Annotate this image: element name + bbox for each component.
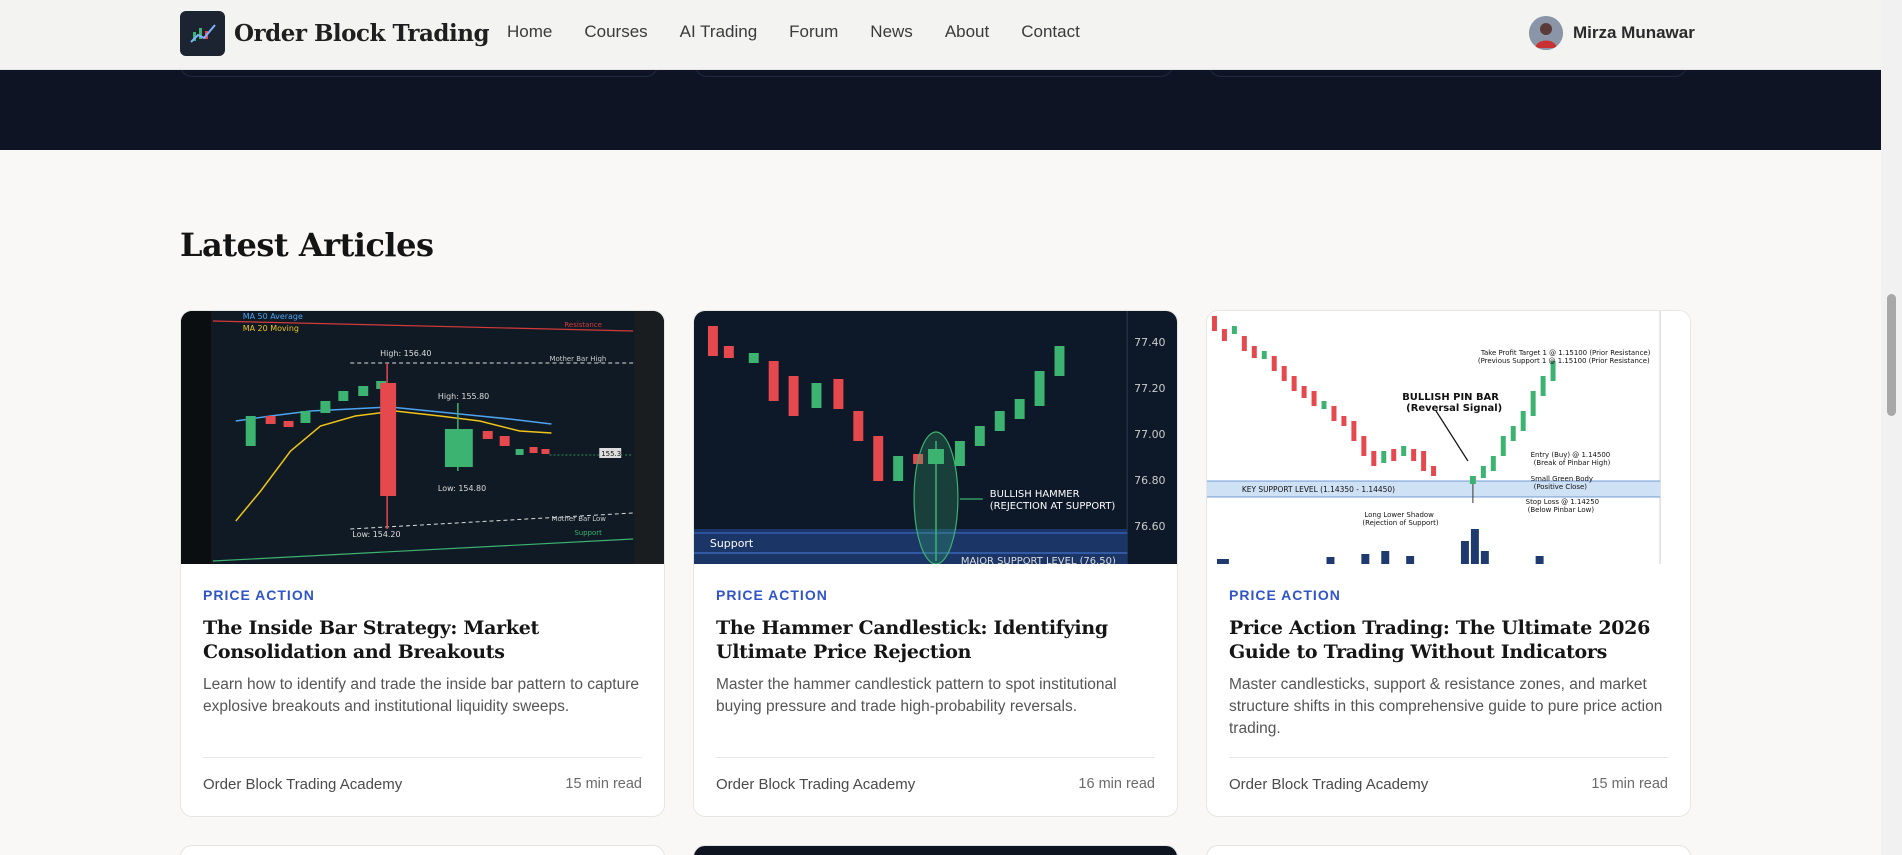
- axis-tick: 76.60: [1134, 520, 1165, 533]
- card-divider: [716, 757, 1155, 758]
- brand-logo-icon: [180, 11, 225, 56]
- nav-about[interactable]: About: [945, 22, 989, 42]
- nav-news[interactable]: News: [870, 22, 913, 42]
- shadow-sub: (Rejection of Support): [1362, 519, 1438, 527]
- nav-courses[interactable]: Courses: [584, 22, 647, 42]
- article-card-next-row[interactable]: [180, 845, 665, 855]
- major-support-label: MAJOR SUPPORT LEVEL (76.50): [961, 556, 1116, 564]
- article-title[interactable]: The Inside Bar Strategy: Market Consolid…: [203, 616, 643, 664]
- nav-ai-trading[interactable]: AI Trading: [680, 22, 758, 42]
- article-card[interactable]: BULLISH HAMMER (REJECTION AT SUPPORT) 77…: [693, 310, 1178, 817]
- article-category[interactable]: PRICE ACTION: [203, 587, 315, 603]
- page-scrollbar[interactable]: [1881, 0, 1902, 855]
- nav-forum[interactable]: Forum: [789, 22, 838, 42]
- article-thumbnail-price-action: BULLISH PIN BAR (Reversal Signal) Take P…: [1207, 311, 1690, 564]
- article-read-time: 15 min read: [1591, 776, 1668, 792]
- label-low-1: Low: 154.80: [438, 484, 486, 493]
- label-support: Support: [574, 529, 602, 537]
- main-nav: Home Courses AI Trading Forum News About…: [507, 22, 1112, 42]
- brand[interactable]: Order Block Trading: [180, 11, 490, 56]
- article-thumbnail-inside-bar: MA 50 Average MA 20 Moving Resistance Hi…: [181, 311, 664, 564]
- body-sub: (Positive Close): [1534, 483, 1588, 491]
- label-mother-high: Mother Bar High: [549, 355, 606, 363]
- article-excerpt: Master the hammer candlestick pattern to…: [716, 676, 1117, 715]
- label-high-2: High: 155.80: [438, 392, 489, 401]
- stop-sub: (Below Pinbar Low): [1528, 506, 1595, 514]
- user-name: Mirza Munawar: [1573, 23, 1695, 42]
- hammer-callout-2: (REJECTION AT SUPPORT): [990, 501, 1116, 512]
- label-ma50: MA 50 Average: [243, 312, 303, 321]
- article-card[interactable]: BULLISH PIN BAR (Reversal Signal) Take P…: [1206, 310, 1691, 817]
- label-low-2: Low: 154.20: [352, 530, 400, 539]
- axis-tick: 77.20: [1134, 382, 1165, 395]
- label-high-1: High: 156.40: [380, 349, 431, 358]
- label-ma20: MA 20 Moving: [243, 324, 299, 333]
- article-title[interactable]: The Hammer Candlestick: Identifying Ulti…: [716, 616, 1156, 664]
- card-divider: [203, 757, 642, 758]
- hammer-callout-1: BULLISH HAMMER: [990, 489, 1080, 500]
- section-title: Latest Articles: [180, 226, 434, 264]
- article-read-time: 16 min read: [1078, 776, 1155, 792]
- article-author: Order Block Trading Academy: [203, 776, 403, 793]
- article-author: Order Block Trading Academy: [1229, 776, 1429, 793]
- article-title[interactable]: Price Action Trading: The Ultimate 2026 …: [1229, 616, 1669, 664]
- article-card-next-row[interactable]: [1206, 845, 1691, 855]
- scrollbar-thumb[interactable]: [1887, 294, 1896, 416]
- nav-home[interactable]: Home: [507, 22, 552, 42]
- stop-label: Stop Loss @ 1.14250: [1526, 498, 1599, 506]
- axis-tick: 77.40: [1134, 336, 1165, 349]
- label-mother-low: Mother Bar Low: [551, 515, 606, 523]
- body-label: Small Green Body: [1531, 475, 1593, 483]
- article-excerpt: Master candlesticks, support & resistanc…: [1229, 676, 1663, 737]
- article-excerpt: Learn how to identify and trade the insi…: [203, 676, 640, 715]
- key-support-label: KEY SUPPORT LEVEL (1.14350 - 1.14450): [1242, 485, 1395, 494]
- nav-contact[interactable]: Contact: [1021, 22, 1080, 42]
- entry-label: Entry (Buy) @ 1.14500: [1531, 451, 1611, 459]
- article-category[interactable]: PRICE ACTION: [716, 587, 828, 603]
- shadow-label: Long Lower Shadow: [1364, 511, 1434, 519]
- avatar: [1529, 16, 1563, 50]
- pin-bar-sub: (Reversal Signal): [1406, 403, 1502, 414]
- axis-tick: 76.80: [1134, 474, 1165, 487]
- article-card-next-row[interactable]: [693, 845, 1178, 855]
- support-label: Support: [710, 537, 754, 550]
- article-category[interactable]: PRICE ACTION: [1229, 587, 1341, 603]
- article-thumbnail-hammer: BULLISH HAMMER (REJECTION AT SUPPORT) 77…: [694, 311, 1177, 564]
- article-read-time: 15 min read: [565, 776, 642, 792]
- label-resistance: Resistance: [564, 321, 601, 329]
- pin-bar-label: BULLISH PIN BAR: [1402, 392, 1499, 403]
- axis-tick: 77.00: [1134, 428, 1165, 441]
- card-divider: [1229, 757, 1668, 758]
- label-price: 155.32: [601, 450, 625, 458]
- user-menu[interactable]: Mirza Munawar: [1529, 16, 1695, 50]
- article-card[interactable]: MA 50 Average MA 20 Moving Resistance Hi…: [180, 310, 665, 817]
- top-navbar: Order Block Trading Home Courses AI Trad…: [0, 0, 1881, 70]
- tp-label: Take Profit Target 1 @ 1.15100 (Prior Re…: [1480, 349, 1651, 357]
- tp-sub: (Previous Support 1 @ 1.15100 (Prior Res…: [1478, 357, 1650, 365]
- brand-name: Order Block Trading: [234, 20, 490, 47]
- entry-sub: (Break of Pinbar High): [1534, 459, 1611, 467]
- article-author: Order Block Trading Academy: [716, 776, 916, 793]
